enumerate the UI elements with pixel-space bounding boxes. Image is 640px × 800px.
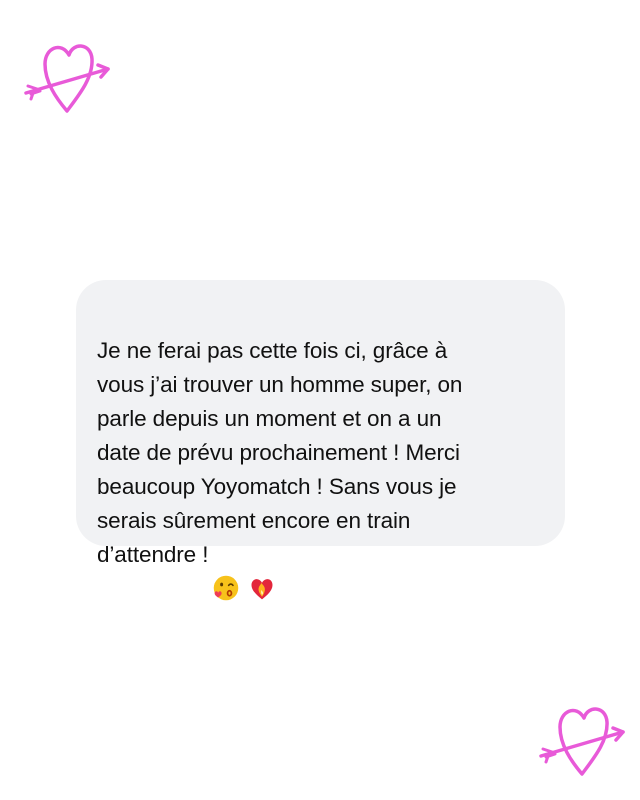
emoji-group (212, 540, 276, 601)
message-bubble: Je ne ferai pas cette fois ci, grâce à v… (76, 280, 565, 601)
heart-on-fire-icon (248, 540, 276, 600)
heart-arrow-icon (10, 35, 120, 125)
message-body: Je ne ferai pas cette fois ci, grâce à v… (97, 338, 463, 567)
heart-arrow-icon (525, 698, 635, 788)
message-text: Je ne ferai pas cette fois ci, grâce à v… (97, 300, 543, 601)
kissing-face-icon (212, 540, 240, 601)
